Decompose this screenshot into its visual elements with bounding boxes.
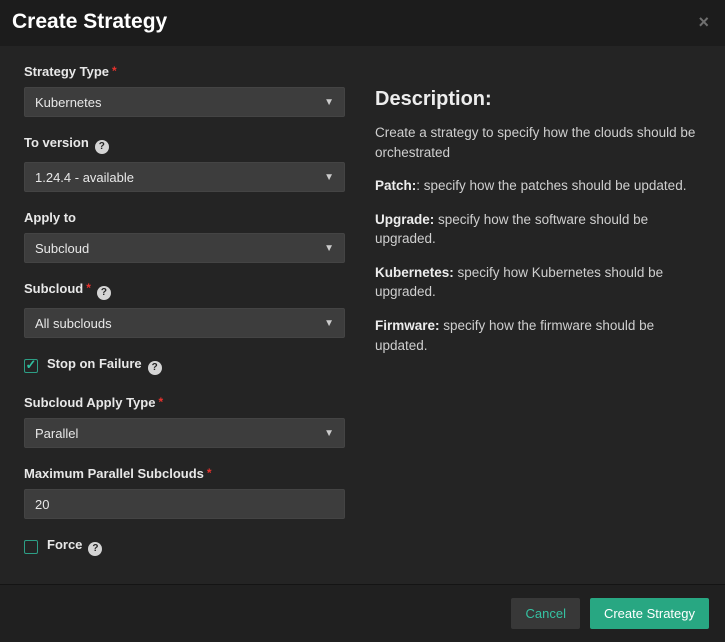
required-asterisk: * xyxy=(86,281,91,295)
force-checkbox[interactable] xyxy=(24,540,38,554)
label-text: Subcloud xyxy=(24,281,83,296)
term: Firmware: xyxy=(375,318,440,333)
help-icon[interactable]: ? xyxy=(148,361,162,375)
field-strategy-type: Strategy Type* Kubernetes ▼ xyxy=(24,64,345,117)
description-intro: Create a strategy to specify how the clo… xyxy=(375,123,697,162)
subcloud-apply-type-select[interactable]: Parallel ▼ xyxy=(24,418,345,448)
select-value: Parallel xyxy=(35,426,78,441)
force-label: Force? xyxy=(47,537,102,556)
label-text: Subcloud Apply Type xyxy=(24,395,155,410)
apply-to-label: Apply to xyxy=(24,210,345,225)
stop-on-failure-label: Stop on Failure? xyxy=(47,356,162,375)
select-value: 1.24.4 - available xyxy=(35,170,134,185)
description-item-upgrade: Upgrade: specify how the software should… xyxy=(375,210,697,249)
description-item-firmware: Firmware: specify how the firmware shoul… xyxy=(375,316,697,355)
term-text: : specify how the patches should be upda… xyxy=(416,178,686,193)
subcloud-label: Subcloud*? xyxy=(24,281,345,300)
description-column: Description: Create a strategy to specif… xyxy=(375,64,701,584)
subcloud-apply-type-label: Subcloud Apply Type* xyxy=(24,395,345,410)
chevron-down-icon: ▼ xyxy=(324,97,334,108)
label-text: Apply to xyxy=(24,210,76,225)
check-icon: ✓ xyxy=(26,358,37,371)
required-asterisk: * xyxy=(207,466,212,480)
help-icon[interactable]: ? xyxy=(88,542,102,556)
description-item-kubernetes: Kubernetes: specify how Kubernetes shoul… xyxy=(375,263,697,302)
help-icon[interactable]: ? xyxy=(97,286,111,300)
create-strategy-button[interactable]: Create Strategy xyxy=(590,598,709,629)
max-parallel-subclouds-label: Maximum Parallel Subclouds* xyxy=(24,466,345,481)
chevron-down-icon: ▼ xyxy=(324,172,334,183)
required-asterisk: * xyxy=(158,395,163,409)
label-text: Force xyxy=(47,537,82,552)
field-subcloud-apply-type: Subcloud Apply Type* Parallel ▼ xyxy=(24,395,345,448)
strategy-type-label: Strategy Type* xyxy=(24,64,345,79)
modal-body: Strategy Type* Kubernetes ▼ To version? … xyxy=(0,46,725,584)
modal-footer: Cancel Create Strategy xyxy=(0,584,725,642)
modal-header: Create Strategy × xyxy=(0,0,725,46)
select-value: Subcloud xyxy=(35,241,89,256)
close-icon[interactable]: × xyxy=(698,13,709,31)
create-strategy-modal: Create Strategy × Strategy Type* Kuberne… xyxy=(0,0,725,642)
description-item-patch: Patch:: specify how the patches should b… xyxy=(375,176,697,196)
select-value: Kubernetes xyxy=(35,95,102,110)
label-text: To version xyxy=(24,135,89,150)
form-column: Strategy Type* Kubernetes ▼ To version? … xyxy=(24,64,345,584)
strategy-type-select[interactable]: Kubernetes ▼ xyxy=(24,87,345,117)
modal-title: Create Strategy xyxy=(12,10,167,34)
select-value: All subclouds xyxy=(35,316,112,331)
stop-on-failure-row: ✓ Stop on Failure? xyxy=(24,356,345,375)
term: Upgrade: xyxy=(375,212,434,227)
term: Kubernetes: xyxy=(375,265,454,280)
field-to-version: To version? 1.24.4 - available ▼ xyxy=(24,135,345,192)
required-asterisk: * xyxy=(112,64,117,78)
stop-on-failure-checkbox[interactable]: ✓ xyxy=(24,359,38,373)
description-heading: Description: xyxy=(375,88,697,111)
max-parallel-subclouds-input[interactable] xyxy=(24,489,345,519)
to-version-label: To version? xyxy=(24,135,345,154)
to-version-select[interactable]: 1.24.4 - available ▼ xyxy=(24,162,345,192)
force-row: Force? xyxy=(24,537,345,556)
help-icon[interactable]: ? xyxy=(95,140,109,154)
chevron-down-icon: ▼ xyxy=(324,318,334,329)
label-text: Stop on Failure xyxy=(47,356,142,371)
term: Patch: xyxy=(375,178,416,193)
subcloud-select[interactable]: All subclouds ▼ xyxy=(24,308,345,338)
field-max-parallel-subclouds: Maximum Parallel Subclouds* xyxy=(24,466,345,519)
label-text: Strategy Type xyxy=(24,64,109,79)
cancel-button[interactable]: Cancel xyxy=(511,598,579,629)
field-subcloud: Subcloud*? All subclouds ▼ xyxy=(24,281,345,338)
chevron-down-icon: ▼ xyxy=(324,243,334,254)
chevron-down-icon: ▼ xyxy=(324,428,334,439)
apply-to-select[interactable]: Subcloud ▼ xyxy=(24,233,345,263)
field-apply-to: Apply to Subcloud ▼ xyxy=(24,210,345,263)
label-text: Maximum Parallel Subclouds xyxy=(24,466,204,481)
